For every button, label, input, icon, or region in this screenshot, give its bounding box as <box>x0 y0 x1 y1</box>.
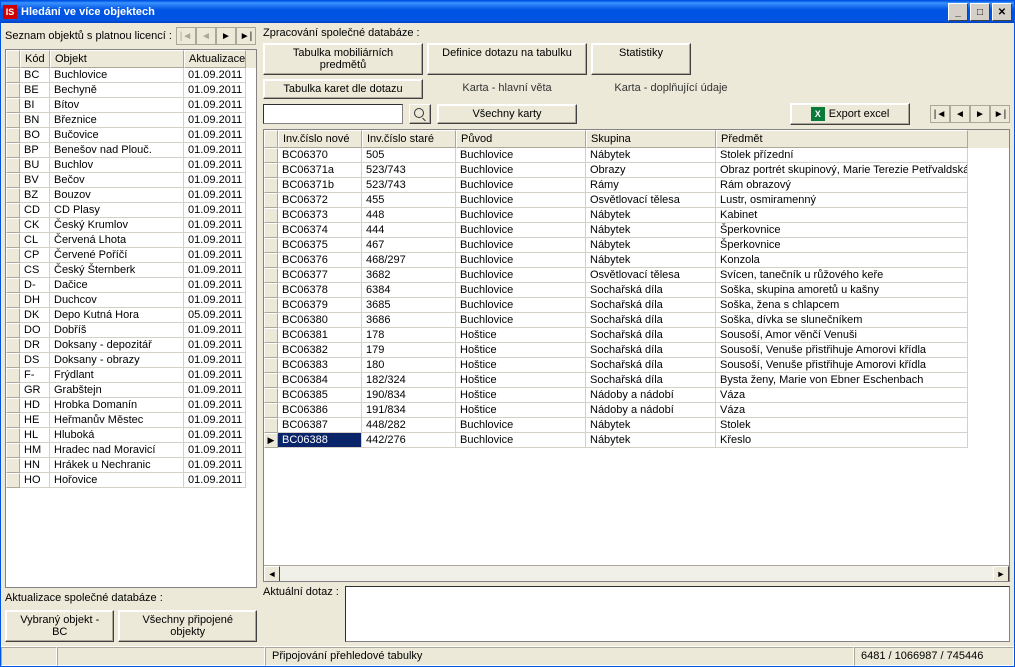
col-skupina[interactable]: Skupina <box>586 130 716 148</box>
table-row[interactable]: BNBřeznice01.09.2011 <box>6 113 256 128</box>
table-row[interactable]: ▶BC06388442/276BuchloviceNábytekKřeslo <box>264 433 1009 448</box>
nav-next-button[interactable]: ► <box>216 27 236 45</box>
table-row[interactable]: BC06387448/282BuchloviceNábytekStolek <box>264 418 1009 433</box>
table-row[interactable]: BEBechyně01.09.2011 <box>6 83 256 98</box>
search-icon <box>414 108 426 120</box>
grid-nav-next[interactable]: ► <box>970 105 990 123</box>
table-row[interactable]: BC063793685BuchloviceSochařská dílaSoška… <box>264 298 1009 313</box>
grid-nav-first[interactable]: |◄ <box>930 105 950 123</box>
table-row[interactable]: HNHrákek u Nechranic01.09.2011 <box>6 458 256 473</box>
table-row[interactable]: CLČervená Lhota01.09.2011 <box>6 233 256 248</box>
table-row[interactable]: BPBenešov nad Plouč.01.09.2011 <box>6 143 256 158</box>
tab-statistics[interactable]: Statistiky <box>591 43 691 75</box>
col-aktualizace-header[interactable]: Aktualizace <box>184 50 246 68</box>
table-row[interactable]: HDHrobka Domanín01.09.2011 <box>6 398 256 413</box>
table-row[interactable]: D-Dačice01.09.2011 <box>6 278 256 293</box>
table-row[interactable]: BVBečov01.09.2011 <box>6 173 256 188</box>
current-query-label: Aktuální dotaz : <box>263 586 339 598</box>
table-row[interactable]: BC063803686BuchloviceSochařská dílaSoška… <box>264 313 1009 328</box>
col-objekt-header[interactable]: Objekt <box>50 50 184 68</box>
col-inv-nove[interactable]: Inv.číslo nové <box>278 130 362 148</box>
export-excel-button[interactable]: X Export excel <box>790 103 910 125</box>
all-cards-button[interactable]: Všechny karty <box>437 104 577 124</box>
maximize-button[interactable]: □ <box>970 3 990 21</box>
table-row[interactable]: CKČeský Krumlov01.09.2011 <box>6 218 256 233</box>
update-db-label: Aktualizace společné databáze : <box>5 592 257 604</box>
scroll-right-arrow[interactable]: ► <box>993 566 1009 582</box>
grid-nav-last[interactable]: ►| <box>990 105 1010 123</box>
status-message: Připojování přehledové tabulky <box>265 647 854 666</box>
table-row[interactable]: BC063786384BuchloviceSochařská dílaSoška… <box>264 283 1009 298</box>
tab-cards-by-query[interactable]: Tabulka karet dle dotazu <box>263 79 423 99</box>
table-row[interactable]: BC06376468/297BuchloviceNábytekKonzola <box>264 253 1009 268</box>
table-row[interactable]: BC06386191/834HošticeNádoby a nádobíVáza <box>264 403 1009 418</box>
col-inv-stare[interactable]: Inv.číslo staré <box>362 130 456 148</box>
table-row[interactable]: BZBouzov01.09.2011 <box>6 188 256 203</box>
col-predmet[interactable]: Předmět <box>716 130 968 148</box>
table-row[interactable]: BC06381178HošticeSochařská dílaSousoší, … <box>264 328 1009 343</box>
all-connected-button[interactable]: Všechny připojené objekty <box>118 610 257 642</box>
table-row[interactable]: BC06370505BuchloviceNábytekStolek přízed… <box>264 148 1009 163</box>
close-button[interactable]: ✕ <box>992 3 1012 21</box>
objects-table[interactable]: Kód Objekt Aktualizace BCBuchlovice01.09… <box>5 49 257 588</box>
table-row[interactable]: BC06371a523/743BuchloviceObrazyObraz por… <box>264 163 1009 178</box>
search-input[interactable] <box>263 104 403 124</box>
scroll-left-arrow[interactable]: ◄ <box>264 566 280 582</box>
table-row[interactable]: BUBuchlov01.09.2011 <box>6 158 256 173</box>
table-row[interactable]: BC06373448BuchloviceNábytekKabinet <box>264 208 1009 223</box>
tab-card-main[interactable]: Karta - hlavní věta <box>427 79 587 99</box>
tab-card-extra[interactable]: Karta - doplňující údaje <box>591 79 751 99</box>
table-row[interactable]: BC06374444BuchloviceNábytekŠperkovnice <box>264 223 1009 238</box>
nav-prev-button[interactable]: ◄ <box>196 27 216 45</box>
table-row[interactable]: CDCD Plasy01.09.2011 <box>6 203 256 218</box>
table-row[interactable]: HMHradec nad Moravicí01.09.2011 <box>6 443 256 458</box>
table-row[interactable]: BC063773682BuchloviceOsvětlovací tělesaS… <box>264 268 1009 283</box>
table-row[interactable]: BC06375467BuchloviceNábytekŠperkovnice <box>264 238 1009 253</box>
table-row[interactable]: BC06382179HošticeSochařská dílaSousoší, … <box>264 343 1009 358</box>
table-row[interactable]: HLHluboká01.09.2011 <box>6 428 256 443</box>
current-query-box <box>345 586 1010 642</box>
table-row[interactable]: BCBuchlovice01.09.2011 <box>6 68 256 83</box>
table-row[interactable]: GRGrabštejn01.09.2011 <box>6 383 256 398</box>
table-row[interactable]: HOHořovice01.09.2011 <box>6 473 256 488</box>
table-row[interactable]: DKDepo Kutná Hora05.09.2011 <box>6 308 256 323</box>
table-row[interactable]: BOBučovice01.09.2011 <box>6 128 256 143</box>
horizontal-scrollbar[interactable]: ◄ ► <box>264 565 1009 581</box>
minimize-button[interactable]: _ <box>948 3 968 21</box>
col-kod-header[interactable]: Kód <box>20 50 50 68</box>
tab-query-def[interactable]: Definice dotazu na tabulku <box>427 43 587 75</box>
table-row[interactable]: BC06372455BuchloviceOsvětlovací tělesaLu… <box>264 193 1009 208</box>
table-row[interactable]: DODobříš01.09.2011 <box>6 323 256 338</box>
table-row[interactable]: BC06384182/324HošticeSochařská dílaBysta… <box>264 373 1009 388</box>
grid-nav-prev[interactable]: ◄ <box>950 105 970 123</box>
table-row[interactable]: BC06371b523/743BuchloviceRámyRám obrazov… <box>264 178 1009 193</box>
titlebar: IS Hledání ve více objektech _ □ ✕ <box>1 1 1014 23</box>
window-title: Hledání ve více objektech <box>21 6 948 18</box>
lookup-button[interactable] <box>409 104 431 124</box>
table-row[interactable]: BC06383180HošticeSochařská dílaSousoší, … <box>264 358 1009 373</box>
table-row[interactable]: DRDoksany - depozitář01.09.2011 <box>6 338 256 353</box>
statusbar: Připojování přehledové tabulky 6481 / 10… <box>1 646 1014 666</box>
nav-last-button[interactable]: ►| <box>236 27 256 45</box>
table-row[interactable]: DSDoksany - obrazy01.09.2011 <box>6 353 256 368</box>
nav-first-button[interactable]: |◄ <box>176 27 196 45</box>
app-icon: IS <box>3 5 17 19</box>
tab-mobiliar[interactable]: Tabulka mobiliárních predmětů <box>263 43 423 75</box>
table-row[interactable]: F-Frýdlant01.09.2011 <box>6 368 256 383</box>
col-puvod[interactable]: Původ <box>456 130 586 148</box>
excel-icon: X <box>811 107 825 121</box>
table-row[interactable]: CPČervené Poříčí01.09.2011 <box>6 248 256 263</box>
table-row[interactable]: DHDuchcov01.09.2011 <box>6 293 256 308</box>
table-row[interactable]: BC06385190/834HošticeNádoby a nádobíVáza <box>264 388 1009 403</box>
table-row[interactable]: CSČeský Šternberk01.09.2011 <box>6 263 256 278</box>
status-counts: 6481 / 1066987 / 745446 <box>854 647 1014 666</box>
table-row[interactable]: HEHeřmanův Městec01.09.2011 <box>6 413 256 428</box>
main-grid[interactable]: Inv.číslo nové Inv.číslo staré Původ Sku… <box>263 129 1010 582</box>
table-row[interactable]: BIBítov01.09.2011 <box>6 98 256 113</box>
processing-label: Zpracování společné databáze : <box>263 27 1010 39</box>
selected-object-button[interactable]: Vybraný objekt - BC <box>5 610 114 642</box>
objects-list-label: Seznam objektů s platnou licencí : <box>5 30 172 42</box>
